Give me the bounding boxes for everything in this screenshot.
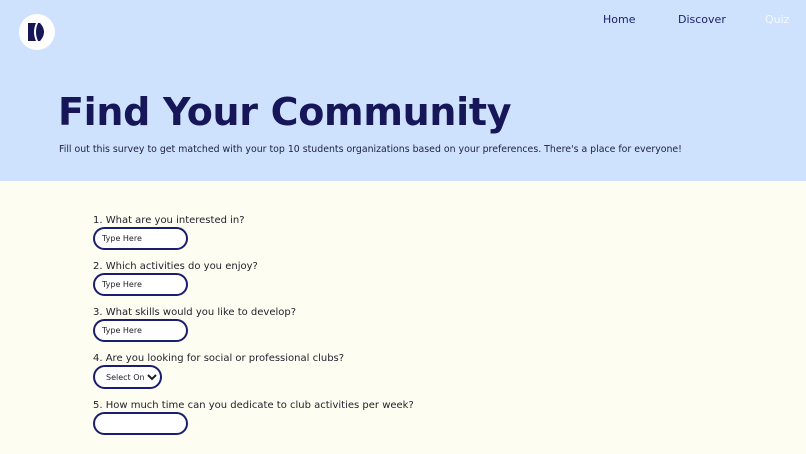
question-5-label: 5. How much time can you dedicate to clu… — [93, 400, 414, 411]
nav-discover-link[interactable]: Discover — [678, 13, 726, 26]
skills-input[interactable] — [93, 319, 188, 342]
question-4-label: 4. Are you looking for social or profess… — [93, 353, 345, 364]
question-2-label: 2. Which activities do you enjoy? — [93, 261, 258, 272]
question-3-label: 3. What skills would you like to develop… — [93, 307, 297, 318]
nav-home-link[interactable]: Home — [603, 13, 635, 26]
logo-mark-icon — [28, 23, 44, 41]
hero-header: Home Discover Quiz Find Your Community F… — [0, 0, 806, 181]
club-type-select[interactable]: Select One — [93, 365, 162, 389]
nav-quiz-link[interactable]: Quiz — [765, 13, 789, 26]
activities-input[interactable] — [93, 273, 188, 296]
brand-logo-icon[interactable] — [19, 14, 55, 50]
interests-input[interactable] — [93, 227, 188, 250]
page-title: Find Your Community — [58, 90, 512, 134]
weekly-time-input[interactable] — [93, 412, 188, 435]
page-subtitle: Fill out this survey to get matched with… — [59, 144, 682, 155]
question-1-label: 1. What are you interested in? — [93, 215, 245, 226]
